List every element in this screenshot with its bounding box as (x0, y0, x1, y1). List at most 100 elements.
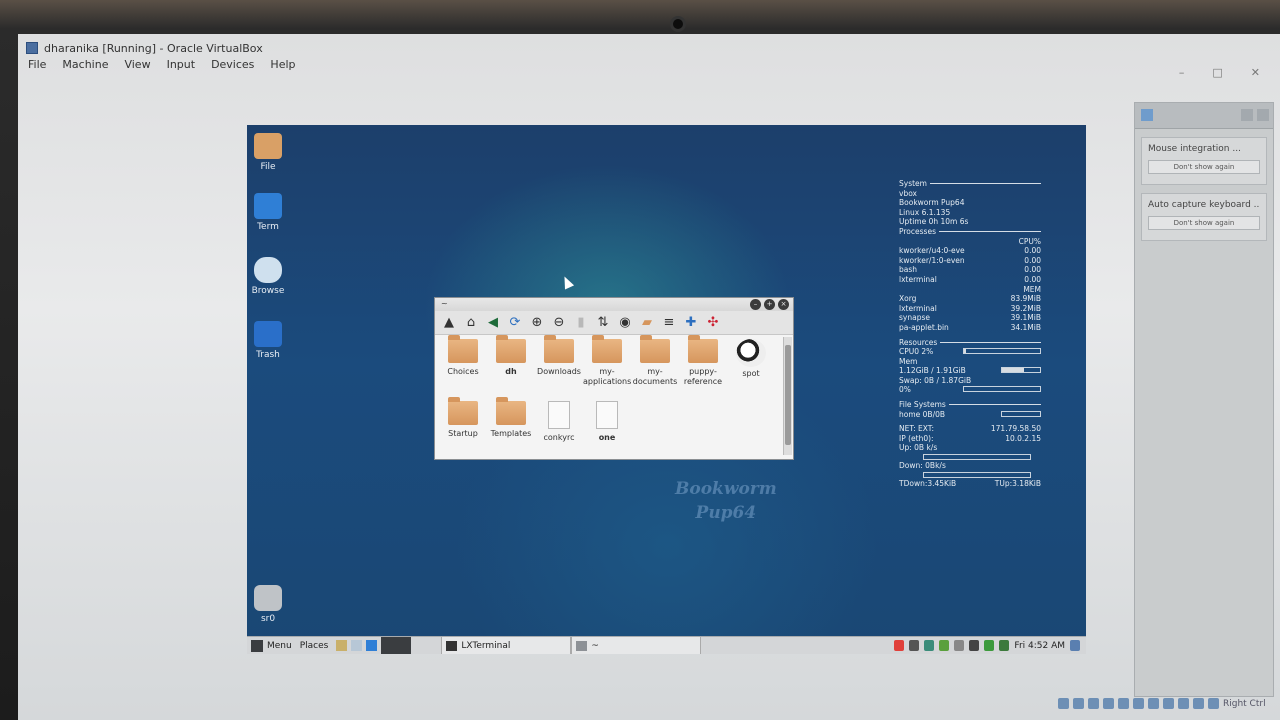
recording-icon[interactable] (1163, 698, 1174, 709)
conky-monitor: System vbox Bookworm Pup64 Linux 6.1.135… (899, 179, 1041, 488)
desktop-icon-label: sr0 (260, 614, 276, 624)
net-down-text: Down: 0Bk/s (899, 461, 946, 471)
file-item-startup[interactable]: Startup (439, 397, 487, 459)
conky-section-header: Resources (899, 338, 1041, 348)
power-icon[interactable] (969, 640, 980, 651)
up-arrow-icon[interactable]: ▲ (441, 315, 457, 331)
zoom-in-icon[interactable]: ⊕ (529, 315, 545, 331)
display-icon[interactable] (1148, 698, 1159, 709)
close-button[interactable]: ✕ (1251, 66, 1260, 79)
desktop-switch-icon[interactable] (1070, 640, 1080, 651)
mouse-integration-icon[interactable] (1193, 698, 1204, 709)
minimize-button[interactable]: – (1179, 66, 1185, 79)
places-menu-button[interactable]: Places (296, 637, 333, 655)
start-menu-button[interactable]: Menu (247, 637, 296, 655)
file-item-puppy-reference[interactable]: puppy-reference (679, 335, 727, 397)
quick-launch (332, 637, 381, 655)
plus-icon[interactable]: ✚ (683, 315, 699, 331)
dont-show-again-button[interactable]: Don't show again (1148, 216, 1260, 230)
folder-icon[interactable]: ▰ (639, 315, 655, 331)
printer-icon[interactable] (954, 640, 965, 651)
conky-col-header: MEM (899, 285, 1041, 295)
optical-drive-icon[interactable] (1073, 698, 1084, 709)
virtualbox-app-icon (26, 42, 38, 54)
menu-machine[interactable]: Machine (62, 58, 108, 71)
dont-show-again-button[interactable]: Don't show again (1148, 160, 1260, 174)
folder-icon (448, 397, 478, 425)
conky-cpu-row: CPU0 2% (899, 347, 1041, 357)
mem-label: Mem (899, 356, 918, 366)
taskbar-task-lxterminal[interactable]: LXTerminal (441, 636, 572, 654)
task-label: ~ (591, 640, 599, 651)
conky-col-label: MEM (1023, 284, 1041, 294)
file-manager-titlebar[interactable]: ~ – + × (435, 298, 793, 311)
show-desktop-icon[interactable] (336, 640, 348, 651)
menu-devices[interactable]: Devices (211, 58, 254, 71)
menu-file[interactable]: File (28, 58, 46, 71)
storage-icon[interactable] (939, 640, 950, 651)
menu-help[interactable]: Help (270, 58, 295, 71)
maximize-button[interactable]: + (764, 299, 775, 310)
list-icon[interactable]: ≡ (661, 315, 677, 331)
conky-header-text: File Systems (899, 400, 946, 410)
audio-icon[interactable] (1088, 698, 1099, 709)
guest-display[interactable]: Bookworm Pup64 File Term Browse Trash sr… (247, 125, 1086, 654)
battery-icon[interactable] (894, 640, 905, 651)
file-item-one[interactable]: one (583, 401, 631, 459)
minimize-button[interactable]: – (750, 299, 761, 310)
browser-launch-icon[interactable] (351, 640, 363, 651)
shield-icon[interactable] (984, 640, 995, 651)
process-name: Xorg (899, 294, 917, 304)
clock[interactable]: Fri 4:52 AM (1014, 641, 1065, 651)
sort-icon[interactable]: ⇅ (595, 315, 611, 331)
file-item-dh[interactable]: dh (487, 335, 535, 397)
text-file-icon (548, 401, 570, 429)
desktop-icon-term[interactable]: Term (247, 193, 293, 232)
settings-icon[interactable] (1241, 109, 1253, 121)
close-panel-icon[interactable] (1257, 109, 1269, 121)
file-manager-window[interactable]: ~ – + × ▲ ⌂ ◀ ⟳ ⊕ ⊖ ▮ ⇅ ◉ ▰ ≡ ✚ ✣ Choice… (434, 297, 794, 460)
file-item-choices[interactable]: Choices (439, 335, 487, 397)
zoom-out-icon[interactable]: ⊖ (551, 315, 567, 331)
back-icon[interactable]: ◀ (485, 315, 501, 331)
maximize-button[interactable]: □ (1212, 66, 1222, 79)
taskbar-task-file-manager[interactable]: ~ (571, 636, 702, 654)
menu-input[interactable]: Input (167, 58, 195, 71)
volume-icon[interactable] (909, 640, 920, 651)
shared-folders-icon[interactable] (1133, 698, 1144, 709)
fullscreen-icon[interactable]: ✣ (705, 315, 721, 331)
vertical-scrollbar[interactable] (783, 337, 792, 455)
update-icon[interactable] (999, 640, 1010, 651)
file-item-conkyrc[interactable]: conkyrc (535, 401, 583, 459)
menu-view[interactable]: View (124, 58, 150, 71)
process-value: 0.00 (1024, 255, 1041, 265)
keyboard-icon[interactable] (1208, 698, 1219, 709)
close-button[interactable]: × (778, 299, 789, 310)
file-item-templates[interactable]: Templates (487, 397, 535, 459)
folder-icon (640, 335, 670, 363)
desktop-icon-browse[interactable]: Browse (247, 257, 293, 296)
file-item-downloads[interactable]: Downloads (535, 335, 583, 397)
desktop-icon-label: File (260, 162, 276, 172)
file-item-spot[interactable]: spot (727, 339, 775, 397)
desktop-icon-file[interactable]: File (247, 133, 293, 172)
scrollbar-thumb[interactable] (785, 345, 791, 445)
desktop-icon-sr0[interactable]: sr0 (247, 585, 293, 624)
file-item-my-applications[interactable]: my-applications (583, 335, 631, 397)
terminal-launch-icon[interactable] (366, 640, 378, 651)
eye-icon[interactable]: ◉ (617, 315, 633, 331)
host-screen: dharanika [Running] - Oracle VirtualBox … (18, 34, 1280, 720)
process-name: bash (899, 265, 918, 275)
network-icon[interactable] (1103, 698, 1114, 709)
cpu-icon[interactable] (1178, 698, 1189, 709)
usb-icon[interactable] (1118, 698, 1129, 709)
file-item-my-documents[interactable]: my-documents (631, 335, 679, 397)
process-name: synapse (899, 313, 930, 323)
delete-icon[interactable]: ▮ (573, 315, 589, 331)
workspace-switcher[interactable] (381, 636, 412, 654)
hard-disk-icon[interactable] (1058, 698, 1069, 709)
network-tray-icon[interactable] (924, 640, 935, 651)
desktop-icon-trash[interactable]: Trash (247, 321, 293, 360)
home-icon[interactable]: ⌂ (463, 315, 479, 331)
refresh-icon[interactable]: ⟳ (507, 315, 523, 331)
